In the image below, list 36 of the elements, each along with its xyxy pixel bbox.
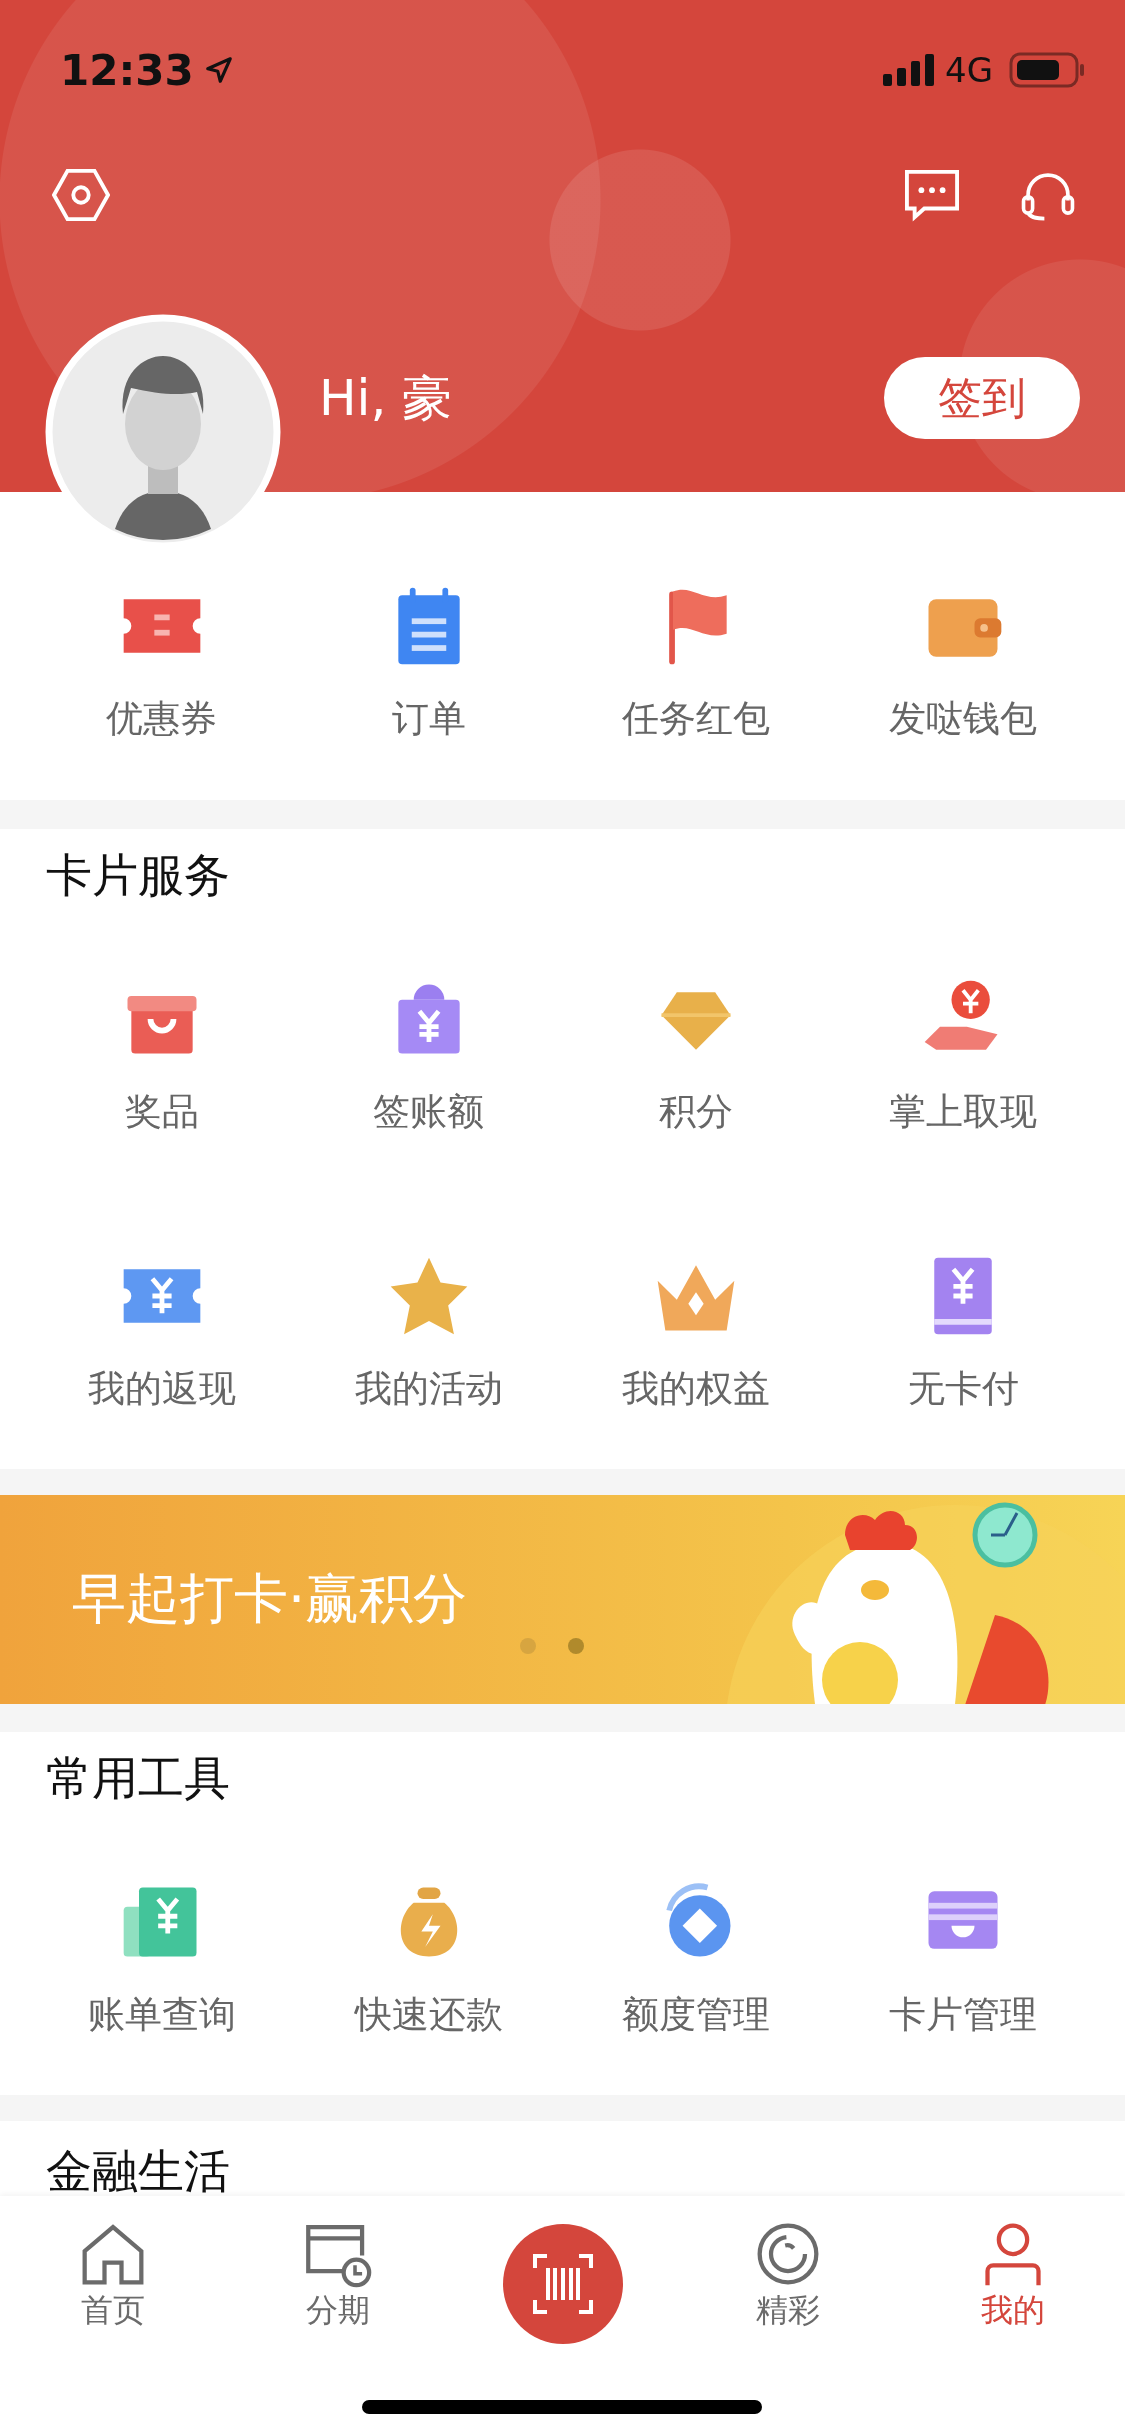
signal-icon: [883, 54, 935, 86]
shortcut-label[interactable]: 任务红包: [622, 696, 771, 742]
tab-label[interactable]: 精彩: [755, 2290, 820, 2330]
carousel-dot[interactable]: [568, 1638, 584, 1654]
section-title: 常用工具: [46, 1750, 231, 1807]
network-type: 4G: [945, 50, 993, 90]
location-arrow-icon: [203, 55, 234, 85]
tab-label[interactable]: 分期: [305, 2290, 370, 2330]
tool-label[interactable]: 卡片管理: [889, 1992, 1038, 2038]
tool-label[interactable]: 账单查询: [87, 1992, 236, 2038]
carousel-dot[interactable]: [520, 1638, 536, 1654]
shortcut-label[interactable]: 订单: [391, 696, 466, 742]
tool-label[interactable]: 额度管理: [622, 1992, 771, 2038]
shortcut-label[interactable]: 发哒钱包: [889, 696, 1038, 742]
tab-label[interactable]: 我的: [980, 2290, 1045, 2330]
section-title: 金融生活: [46, 2143, 231, 2200]
service-label[interactable]: 签账额: [373, 1089, 485, 1135]
status-time: 12:33: [60, 45, 194, 95]
greeting: Hi, 豪: [319, 367, 454, 429]
service-label[interactable]: 掌上取现: [889, 1089, 1038, 1135]
tool-label[interactable]: 快速还款: [354, 1992, 503, 2038]
service-label[interactable]: 我的返现: [87, 1366, 236, 1412]
tab-label[interactable]: 首页: [80, 2290, 145, 2330]
service-label[interactable]: 奖品: [124, 1089, 199, 1135]
service-label[interactable]: 无卡付: [907, 1366, 1019, 1412]
service-label[interactable]: 我的活动: [354, 1366, 503, 1412]
service-label[interactable]: 积分: [659, 1089, 734, 1135]
battery-icon: [1009, 52, 1085, 88]
section-title: 卡片服务: [46, 847, 231, 904]
banner-title: 早起打卡·赢积分: [72, 1566, 468, 1632]
scan-button[interactable]: [502, 2224, 623, 2344]
service-label[interactable]: 我的权益: [622, 1366, 771, 1412]
settings-icon[interactable]: [52, 168, 110, 222]
sign-in-button[interactable]: 签到: [884, 357, 1080, 439]
message-icon[interactable]: [903, 168, 961, 222]
shortcut-label[interactable]: 优惠券: [106, 696, 218, 742]
